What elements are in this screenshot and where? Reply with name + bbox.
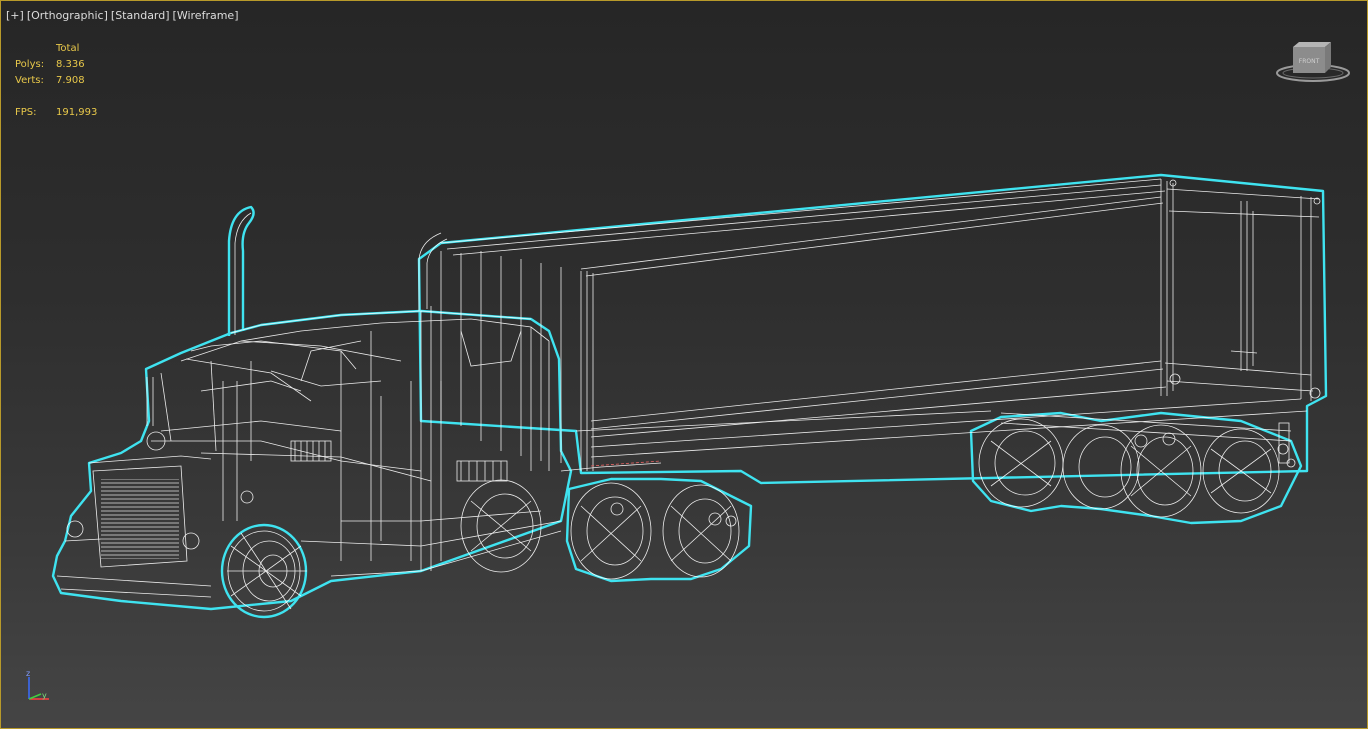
truck-trailer-wireframe-model[interactable]	[1, 1, 1367, 728]
axis-tripod-icon: z y	[26, 669, 49, 700]
axis-z-label: z	[26, 669, 30, 678]
axis-y-label: y	[42, 691, 47, 700]
wireframe-lines	[56, 178, 1321, 612]
3d-viewport[interactable]: [+] [Orthographic] [Standard] [Wireframe] T…	[0, 0, 1368, 729]
selection-outline	[51, 173, 1328, 619]
